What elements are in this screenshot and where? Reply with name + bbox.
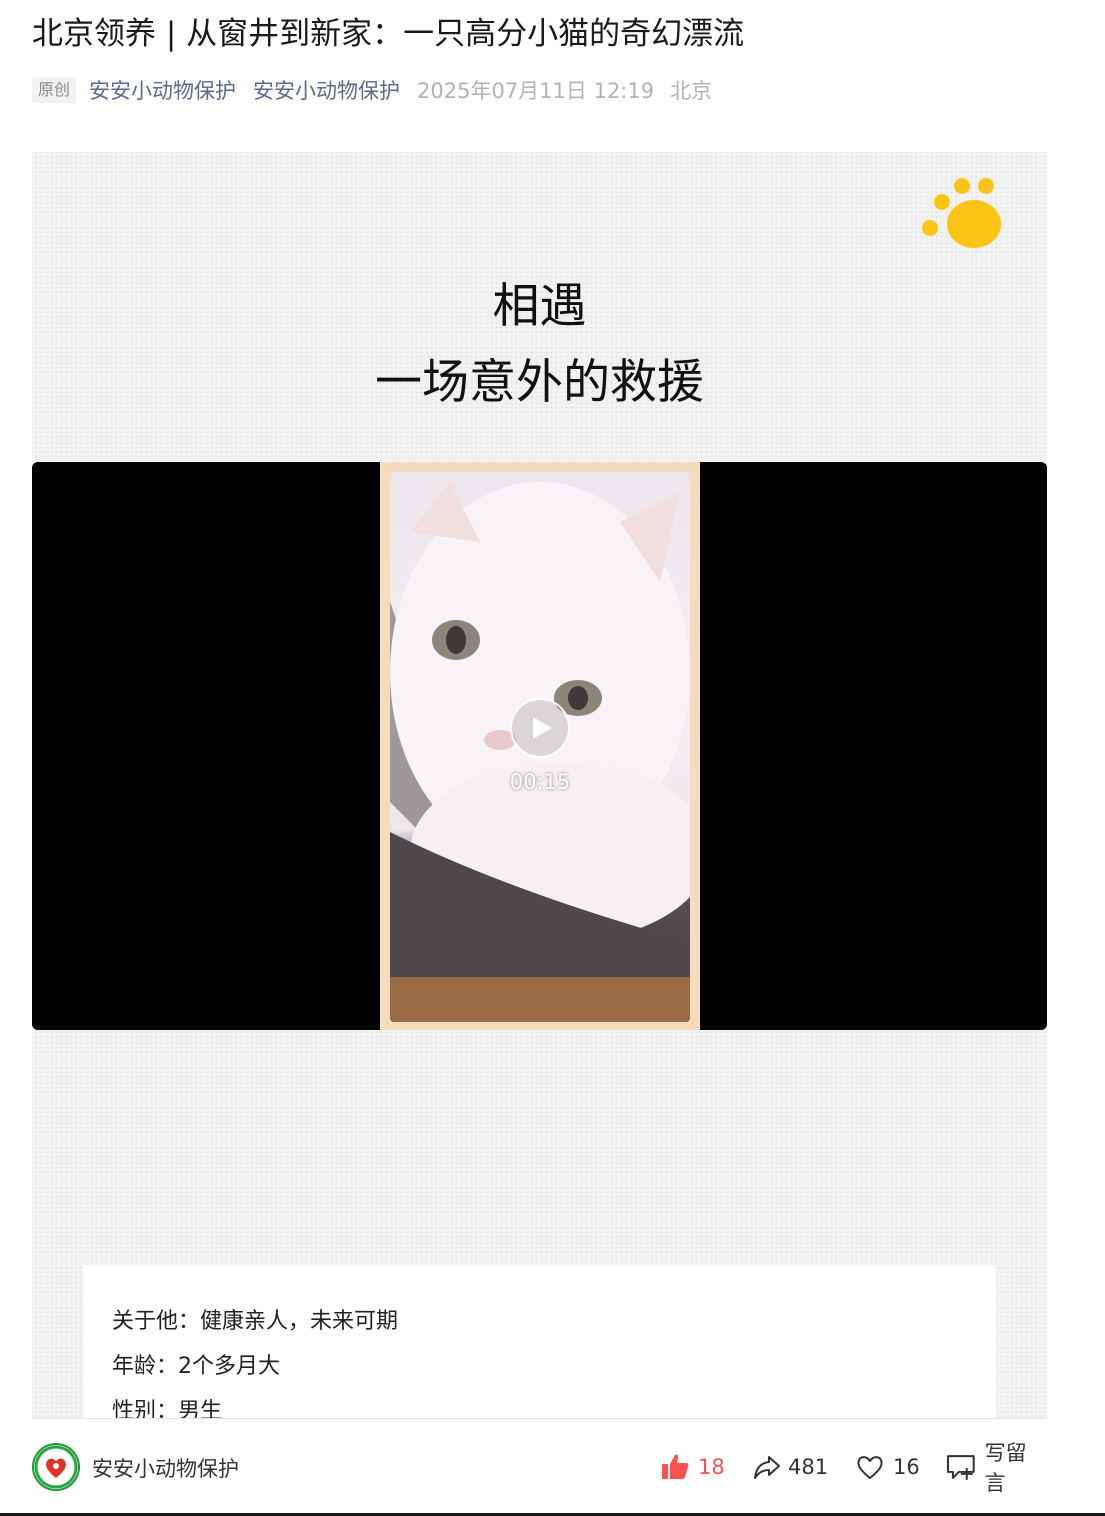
info-gender: 性别：男生 [112,1399,223,1418]
account-link[interactable]: 安安小动物保护 [253,75,400,105]
play-icon [533,717,552,739]
article-footer: 安安小动物保护 18 481 16 写留言 [32,1419,1047,1514]
info-age: 年龄：2个多月大 [112,1354,280,1379]
comment-button[interactable]: 写留言 [945,1441,1047,1495]
like-button[interactable]: 18 [660,1449,725,1485]
video-player[interactable]: 00:15 [32,462,1047,1030]
video-duration: 00:15 [509,770,571,794]
play-button[interactable] [510,698,570,758]
author-link[interactable]: 安安小动物保护 [89,75,236,105]
favorite-button[interactable]: 16 [855,1449,920,1485]
share-button[interactable]: 481 [752,1449,828,1485]
section-subheading: 一场意外的救援 [375,355,704,410]
comment-label: 写留言 [984,1441,1027,1495]
share-icon [754,1456,780,1479]
publish-location: 北京 [670,79,713,103]
info-about: 关于他：健康亲人，未来可期 [112,1309,399,1334]
avatar[interactable] [32,1443,80,1491]
publish-date: 2025年07月11日 12:19 [417,79,655,103]
original-tag: 原创 [32,77,77,103]
section-heading: 相遇 [492,279,587,334]
paw-icon [922,178,1001,248]
content-card: 相遇 一场意外的救援 00:15 关于他：健康亲人，未来可期 年龄：2个多月大 … [32,152,1047,1418]
share-count: 481 [788,1455,829,1479]
cat-info-box: 关于他：健康亲人，未来可期 年龄：2个多月大 性别：男生 [83,1265,996,1418]
article-meta: 原创 安安小动物保护 安安小动物保护 2025年07月11日 12:19 北京 [32,74,712,106]
like-count: 18 [698,1455,725,1479]
thumbs-up-icon [662,1454,689,1479]
footer-account-name[interactable]: 安安小动物保护 [92,1453,239,1483]
comment-icon [946,1455,975,1480]
article-title: 北京领养 | 从窗井到新家：一只高分小猫的奇幻漂流 [32,16,745,52]
favorite-count: 16 [893,1455,920,1479]
account-logo-icon [34,1445,78,1489]
heart-icon [857,1456,883,1479]
